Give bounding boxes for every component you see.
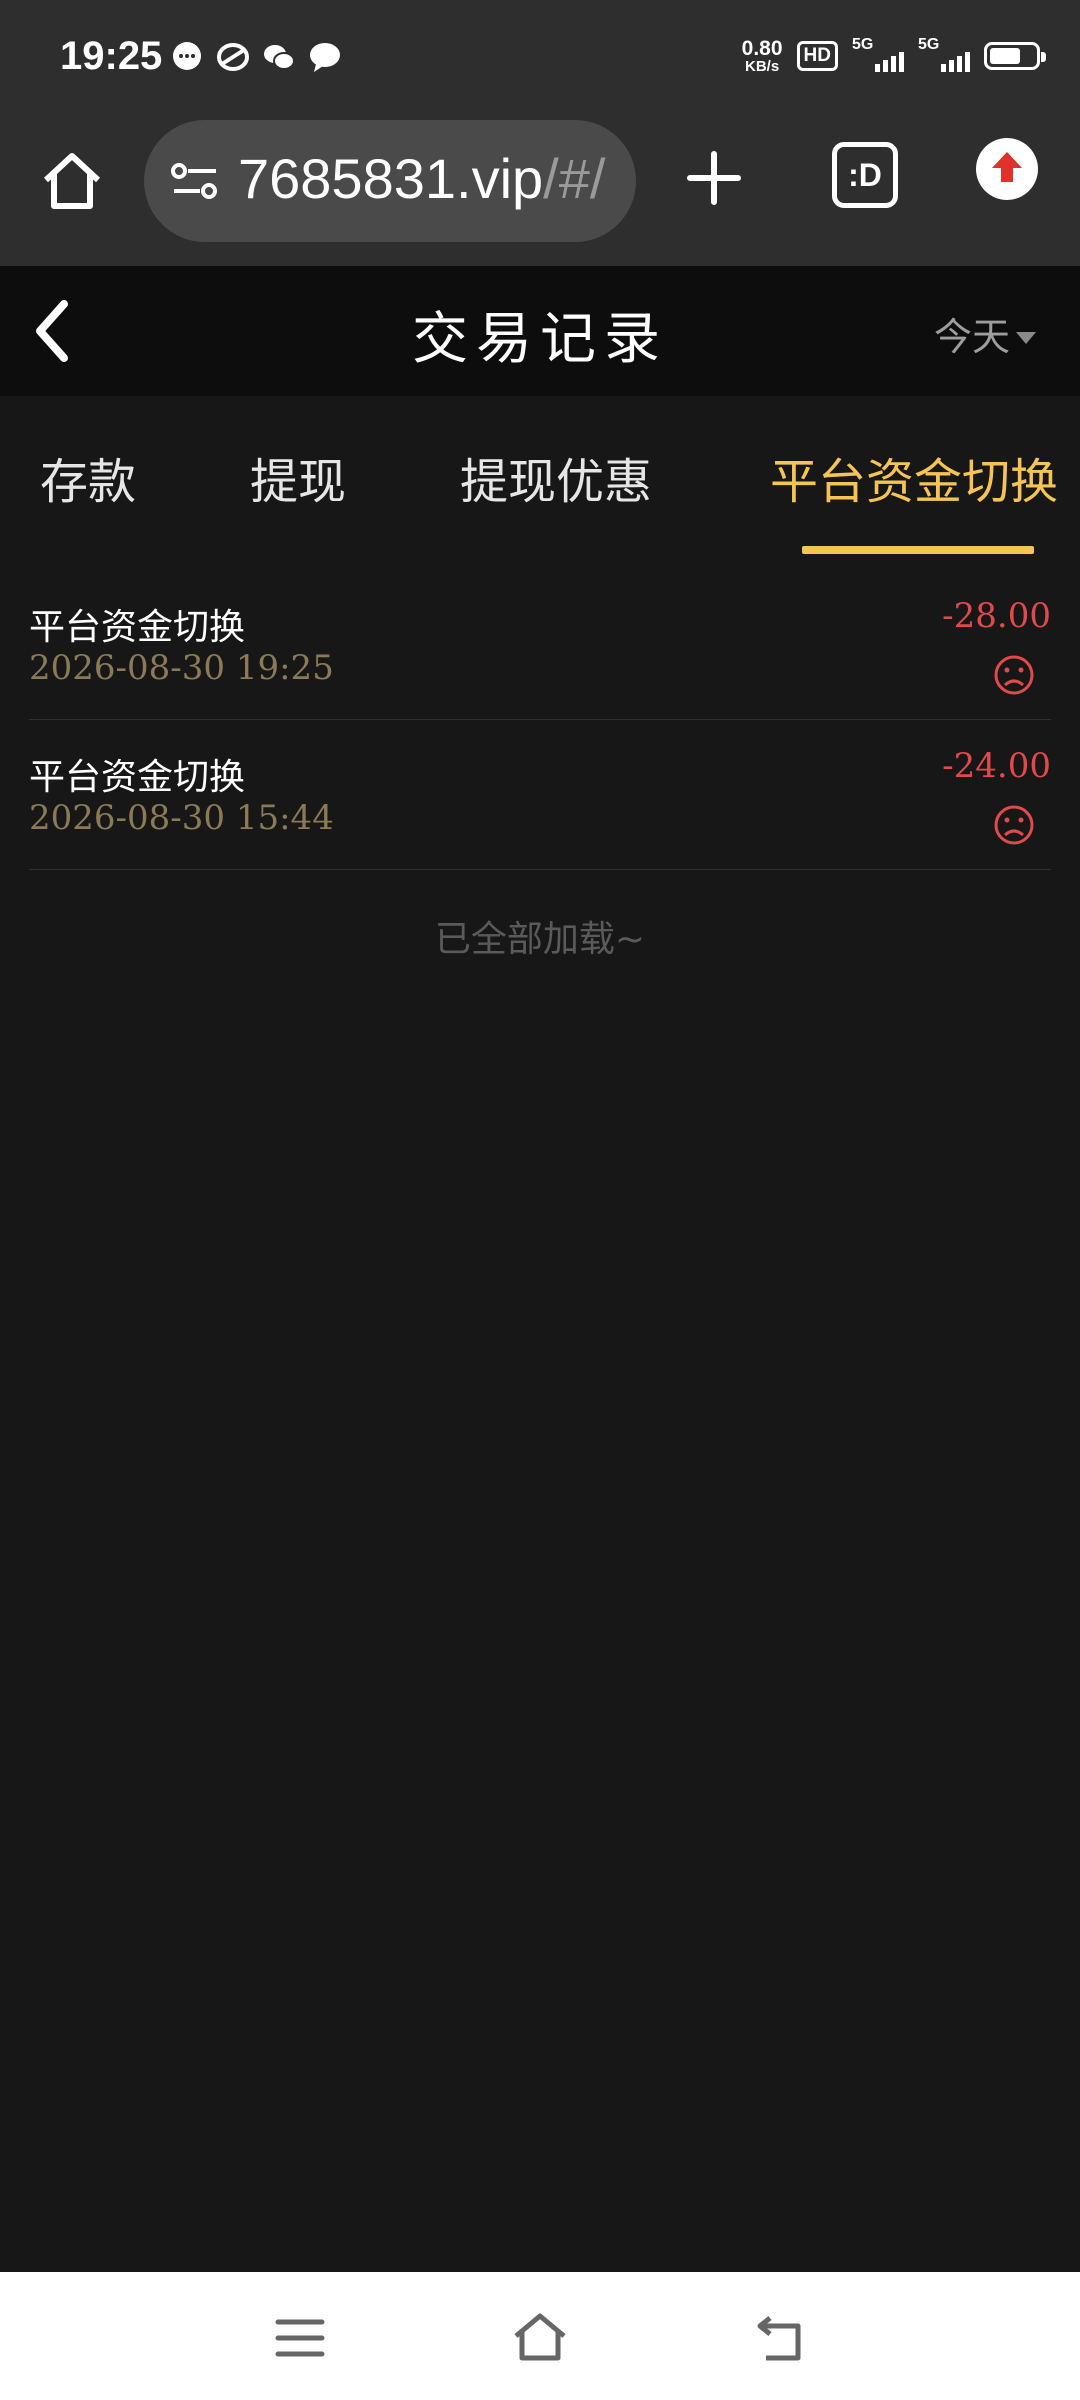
menu-icon[interactable]	[270, 2310, 330, 2366]
date-filter-dropdown[interactable]: 今天	[934, 306, 1036, 361]
url-path: /#/	[543, 147, 606, 210]
app-header: 交易记录 今天	[0, 266, 1080, 396]
page-title: 交易记录	[412, 307, 668, 372]
record-time: 2026-08-30 19:25	[29, 648, 334, 688]
home-icon[interactable]	[38, 148, 106, 216]
list-end-message: 已全部加载~	[434, 919, 646, 960]
sad-face-icon	[993, 654, 1035, 696]
message-icon	[170, 40, 204, 74]
sim1-label: 5G	[852, 36, 874, 53]
caret-down-icon	[1016, 331, 1036, 344]
upload-icon[interactable]	[976, 138, 1038, 200]
site-settings-icon[interactable]	[170, 160, 220, 204]
app-icon	[216, 40, 250, 74]
status-right: 0.80 KB/s HD 5G 5G	[742, 36, 1046, 74]
tab-platform-transfer[interactable]: 平台资金切换	[770, 442, 1058, 512]
notification-icons	[170, 40, 342, 74]
wechat-icon	[262, 40, 296, 74]
new-tab-icon[interactable]	[682, 146, 746, 210]
signal-icon-sim1: 5G	[852, 36, 904, 74]
signal-icon-sim2: 5G	[918, 36, 970, 74]
network-speed-value: 0.80	[741, 37, 783, 60]
battery-icon	[984, 42, 1046, 70]
home-icon[interactable]	[510, 2310, 570, 2366]
tab-withdraw[interactable]: 提现	[250, 442, 346, 512]
record-amount: -28.00	[942, 596, 1051, 636]
url-host: 7685831.vip	[238, 147, 544, 210]
record-time: 2026-08-30 15:44	[29, 798, 334, 838]
system-navigation-bar	[0, 2272, 1080, 2400]
status-time: 19:25	[60, 34, 163, 78]
active-tab-indicator	[802, 546, 1034, 554]
record-type: 平台资金切换	[29, 757, 246, 798]
sad-face-icon	[993, 804, 1035, 846]
tab-withdraw-bonus[interactable]: 提现优惠	[460, 442, 652, 512]
browser-toolbar: 7685831.vip/#/ :D	[0, 118, 1080, 266]
record-tabs: 存款 提现 提现优惠 平台资金切换	[0, 396, 1080, 556]
url-text[interactable]: 7685831.vip/#/	[238, 146, 618, 211]
sim2-label: 5G	[918, 36, 940, 53]
tab-switcher-button[interactable]: :D	[832, 142, 898, 208]
list-item[interactable]: 平台资金切换 2026-08-30 15:44 -24.00	[29, 720, 1051, 870]
list-item[interactable]: 平台资金切换 2026-08-30 19:25 -28.00	[29, 570, 1051, 720]
network-speed: 0.80 KB/s	[742, 38, 783, 74]
hd-badge: HD	[796, 41, 838, 71]
tab-deposit[interactable]: 存款	[40, 442, 136, 512]
address-bar[interactable]: 7685831.vip/#/	[144, 120, 636, 242]
status-bar: 19:25 0.80 KB/s HD 5G 5G	[0, 0, 1080, 118]
back-nav-icon[interactable]	[750, 2310, 810, 2366]
date-filter-label: 今天	[933, 315, 1010, 359]
network-speed-unit: KB/s	[745, 58, 780, 75]
record-type: 平台资金切换	[29, 607, 246, 648]
chat-icon	[308, 40, 342, 74]
record-amount: -24.00	[942, 746, 1051, 786]
